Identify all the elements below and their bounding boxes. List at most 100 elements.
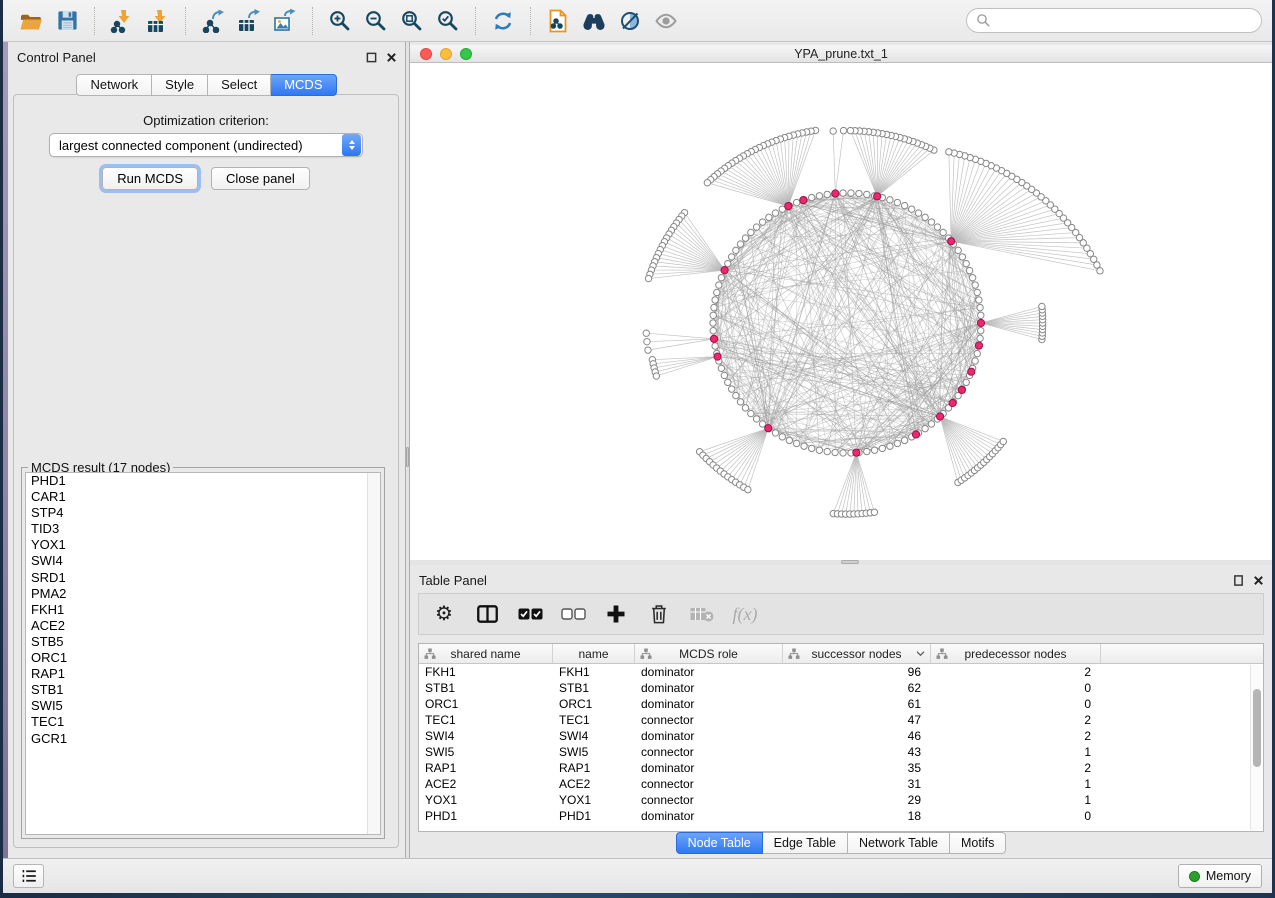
tab-style[interactable]: Style	[152, 74, 208, 96]
network-leaf-node[interactable]	[653, 373, 659, 379]
network-node[interactable]	[753, 416, 759, 422]
table-row[interactable]: FKH1FKH1dominator962	[419, 664, 1263, 680]
mcds-hub-node[interactable]	[949, 399, 956, 406]
network-node[interactable]	[711, 304, 717, 310]
network-node[interactable]	[963, 260, 969, 266]
network-node[interactable]	[793, 199, 799, 205]
network-node[interactable]	[824, 448, 830, 454]
mcds-node-item[interactable]: RAP1	[26, 666, 380, 682]
network-node[interactable]	[928, 421, 934, 427]
network-node[interactable]	[864, 191, 870, 197]
network-node[interactable]	[714, 289, 720, 295]
network-node[interactable]	[915, 210, 921, 216]
network-leaf-node[interactable]	[840, 127, 846, 133]
mcds-hub-node[interactable]	[853, 449, 860, 456]
network-leaf-node[interactable]	[946, 149, 952, 155]
mcds-hub-node[interactable]	[936, 413, 943, 420]
network-node[interactable]	[712, 297, 718, 303]
apply-layout-button[interactable]	[485, 4, 521, 38]
network-node[interactable]	[710, 328, 716, 334]
import-network-button[interactable]	[104, 4, 140, 38]
search-field[interactable]	[966, 8, 1262, 33]
mcds-hub-node[interactable]	[968, 368, 975, 375]
save-session-button[interactable]	[49, 4, 85, 38]
splitter-handle[interactable]	[406, 447, 409, 467]
table-vertical-scrollbar[interactable]	[1250, 665, 1262, 830]
network-leaf-node[interactable]	[1039, 303, 1045, 309]
network-node[interactable]	[772, 210, 778, 216]
float-panel-icon[interactable]	[366, 52, 377, 63]
network-node[interactable]	[753, 224, 759, 230]
column-header-successor-nodes[interactable]: successor nodes	[783, 644, 931, 663]
network-node[interactable]	[871, 447, 877, 453]
network-node[interactable]	[901, 202, 907, 208]
table-row[interactable]: SWI4SWI4dominator462	[419, 728, 1263, 744]
network-node[interactable]	[934, 224, 940, 230]
network-node[interactable]	[974, 350, 980, 356]
delete-column-button[interactable]	[646, 601, 672, 627]
close-panel-icon[interactable]	[1253, 575, 1264, 586]
network-node[interactable]	[816, 193, 822, 199]
float-panel-icon[interactable]	[1233, 575, 1244, 586]
export-table-button[interactable]	[231, 4, 267, 38]
mcds-node-item[interactable]: STP4	[26, 505, 380, 521]
close-panel-button[interactable]: Close panel	[211, 167, 310, 190]
first-neighbors-button[interactable]	[612, 4, 648, 38]
show-columns-button[interactable]	[474, 601, 500, 627]
network-node[interactable]	[940, 229, 946, 235]
network-node[interactable]	[922, 425, 928, 431]
network-leaf-node[interactable]	[830, 128, 836, 134]
network-node[interactable]	[718, 365, 724, 371]
select-all-button[interactable]	[517, 601, 543, 627]
mcds-hub-node[interactable]	[832, 190, 839, 197]
network-node[interactable]	[721, 372, 727, 378]
zoom-out-button[interactable]	[358, 4, 394, 38]
network-graph[interactable]	[410, 63, 1272, 560]
network-node[interactable]	[972, 282, 978, 288]
network-node[interactable]	[737, 399, 743, 405]
network-leaf-node[interactable]	[643, 330, 649, 336]
mcds-hub-node[interactable]	[975, 342, 982, 349]
network-node[interactable]	[728, 254, 734, 260]
search-network-button[interactable]	[576, 4, 612, 38]
node-table[interactable]: shared namenameMCDS rolesuccessor nodesp…	[418, 643, 1264, 832]
export-image-button[interactable]	[267, 4, 303, 38]
deselect-all-button[interactable]	[560, 601, 586, 627]
mcds-node-item[interactable]: GCR1	[26, 731, 380, 747]
network-node[interactable]	[786, 437, 792, 443]
column-header-predecessor-nodes[interactable]: predecessor nodes	[931, 644, 1101, 663]
list-scrollbar[interactable]	[367, 473, 380, 834]
add-column-button[interactable]	[603, 601, 629, 627]
tab-select[interactable]: Select	[208, 74, 271, 96]
mcds-hub-node[interactable]	[977, 319, 984, 326]
close-panel-icon[interactable]	[386, 52, 397, 63]
network-leaf-node[interactable]	[644, 338, 650, 344]
network-node[interactable]	[725, 260, 731, 266]
mcds-result-list[interactable]: PHD1CAR1STP4TID3YOX1SWI4SRD1PMA2FKH1ACE2…	[25, 472, 381, 835]
network-from-document-button[interactable]	[540, 4, 576, 38]
network-node[interactable]	[840, 190, 846, 196]
mcds-node-item[interactable]: YOX1	[26, 537, 380, 553]
network-node[interactable]	[966, 267, 972, 273]
network-node[interactable]	[725, 379, 731, 385]
network-node[interactable]	[908, 206, 914, 212]
memory-button[interactable]: Memory	[1178, 864, 1262, 888]
network-node[interactable]	[816, 447, 822, 453]
zoom-selected-button[interactable]	[430, 4, 466, 38]
network-node[interactable]	[928, 219, 934, 225]
zoom-fit-button[interactable]	[394, 4, 430, 38]
mcds-hub-node[interactable]	[958, 386, 965, 393]
mcds-hub-node[interactable]	[710, 335, 717, 342]
table-row[interactable]: RAP1RAP1dominator352	[419, 760, 1263, 776]
network-leaf-node[interactable]	[645, 275, 651, 281]
network-node[interactable]	[832, 449, 838, 455]
run-mcds-button[interactable]: Run MCDS	[102, 167, 198, 190]
network-node[interactable]	[716, 282, 722, 288]
network-node[interactable]	[856, 190, 862, 196]
network-leaf-node[interactable]	[871, 509, 877, 515]
table-row[interactable]: PHD1PHD1dominator180	[419, 808, 1263, 824]
mcds-node-item[interactable]: TEC1	[26, 714, 380, 730]
table-settings-button[interactable]: ⚙	[431, 601, 457, 627]
network-node[interactable]	[977, 304, 983, 310]
show-hide-button[interactable]	[648, 4, 684, 38]
